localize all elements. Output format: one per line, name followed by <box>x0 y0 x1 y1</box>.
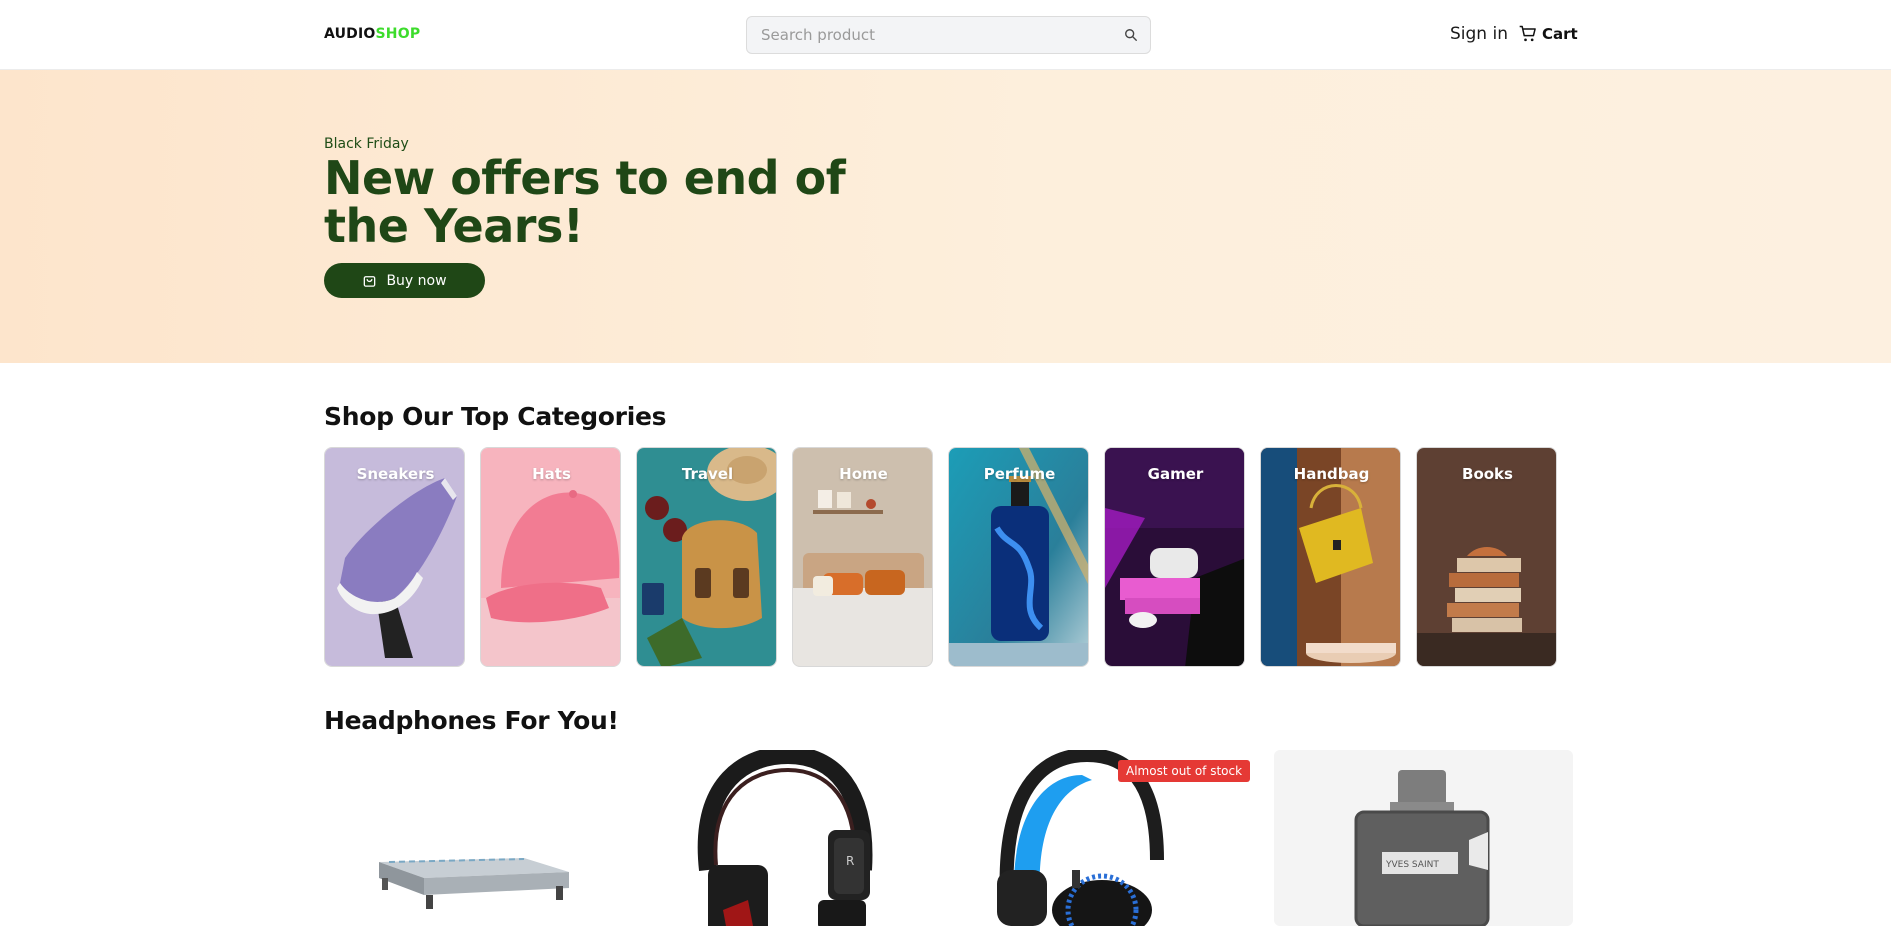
search-box <box>746 16 1151 54</box>
hero-banner: Black Friday New offers to end of the Ye… <box>0 70 1891 363</box>
black-headphones-image: R <box>697 750 873 926</box>
mattress-image <box>379 858 569 909</box>
hero-kicker: Black Friday <box>324 136 409 152</box>
site-logo[interactable]: AUDIOSHOP <box>324 26 420 42</box>
perfume-bottle-image: YVES SAINT <box>1354 770 1490 926</box>
search-icon[interactable] <box>1124 28 1138 42</box>
svg-text:YVES SAINT: YVES SAINT <box>1385 860 1439 870</box>
category-label: Perfume <box>983 465 1056 483</box>
category-card-books[interactable]: Books <box>1416 447 1557 667</box>
sign-in-link[interactable]: Sign in <box>1450 24 1508 44</box>
product-card[interactable]: YVES SAINT <box>1274 750 1573 926</box>
category-label: Handbag <box>1293 465 1370 483</box>
category-card-perfume[interactable]: Perfume <box>948 447 1089 667</box>
logo-text-shop: SHOP <box>375 26 421 42</box>
headphones-section-title: Headphones For You! <box>324 706 619 735</box>
category-card-hats[interactable]: Hats <box>480 447 621 667</box>
search-input[interactable] <box>761 17 1111 53</box>
category-label: Travel <box>681 465 734 483</box>
buy-now-button[interactable]: Buy now <box>324 263 485 298</box>
categories-title: Shop Our Top Categories <box>324 402 667 431</box>
category-label: Sneakers <box>356 465 435 483</box>
shopping-bag-icon <box>364 276 376 287</box>
cart-label: Cart <box>1542 25 1578 43</box>
products-row: R Almost out of stock YVES SAINT <box>324 750 1574 926</box>
cart-button[interactable]: Cart <box>1518 24 1578 44</box>
top-header: AUDIOSHOP Sign in Cart <box>0 0 1891 70</box>
category-card-travel[interactable]: Travel <box>636 447 777 667</box>
product-card[interactable] <box>324 750 623 926</box>
category-label: Gamer <box>1147 465 1204 483</box>
buy-now-label: Buy now <box>386 272 447 289</box>
logo-text-audio: AUDIO <box>324 26 376 42</box>
low-stock-badge: Almost out of stock <box>1118 760 1251 782</box>
category-card-home[interactable]: Home <box>792 447 933 667</box>
cart-icon <box>1519 25 1536 42</box>
category-card-handbag[interactable]: Handbag <box>1260 447 1401 667</box>
categories-row: Sneakers Hats Travel Home Perfume Gamer … <box>324 447 1559 667</box>
hero-headline: New offers to end of the Years! <box>324 151 846 253</box>
category-card-sneakers[interactable]: Sneakers <box>324 447 465 667</box>
category-label: Home <box>839 465 888 483</box>
product-card[interactable]: R <box>638 750 937 926</box>
category-label: Books <box>1462 465 1513 483</box>
category-card-gamer[interactable]: Gamer <box>1104 447 1245 667</box>
svg-text:R: R <box>846 854 854 868</box>
category-label: Hats <box>532 465 571 483</box>
